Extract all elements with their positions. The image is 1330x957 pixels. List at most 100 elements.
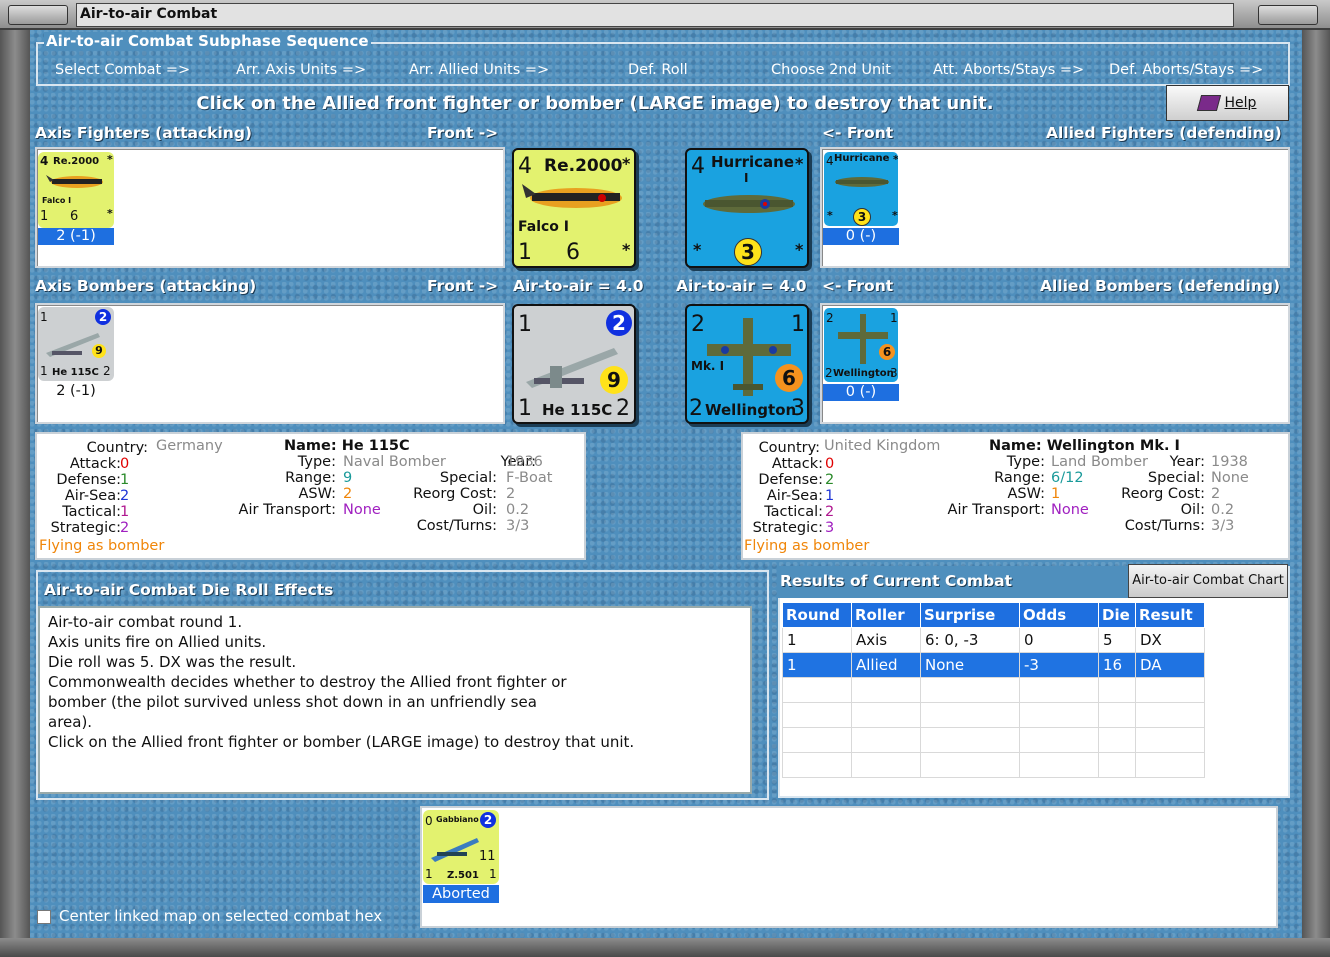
tactical-label: Tactical: bbox=[764, 504, 823, 520]
range-circle: 9 bbox=[92, 344, 106, 358]
combat-chart-button[interactable]: Air-to-air Combat Chart bbox=[1128, 564, 1288, 598]
wellington-large-counter[interactable]: 2 1 Mk. I 6 2 Wellington 3 bbox=[685, 304, 809, 424]
star-mark-left: * bbox=[827, 209, 833, 222]
star-mark-left: * bbox=[693, 240, 702, 259]
range-value: 6 bbox=[70, 209, 79, 224]
window-control-button[interactable] bbox=[1258, 5, 1318, 25]
die-roll-line: Air-to-air combat round 1. bbox=[48, 613, 243, 631]
results-header-row: Round Roller Surprise Odds Die Result bbox=[782, 602, 1205, 628]
die-roll-line: Axis units fire on Allied units. bbox=[48, 633, 267, 651]
defense-value: 1 bbox=[425, 867, 433, 881]
range-value: 11 bbox=[479, 849, 496, 864]
transport-value: None bbox=[1051, 502, 1089, 518]
center-map-label[interactable]: Center linked map on selected combat hex bbox=[59, 907, 382, 925]
empty-row bbox=[782, 727, 1205, 753]
cell-odds: -3 bbox=[1019, 652, 1099, 678]
col-die[interactable]: Die bbox=[1098, 602, 1136, 628]
range-value: 9 bbox=[343, 470, 353, 486]
axis-unit-info: Country: Germany Attack: 0 Defense: 1 Ai… bbox=[35, 432, 586, 560]
help-button[interactable]: Help bbox=[1166, 85, 1289, 121]
strategic-value: 2 bbox=[103, 364, 111, 378]
col-odds[interactable]: Odds bbox=[1019, 602, 1099, 628]
air-strength: 4 bbox=[40, 154, 49, 168]
cell-round: 1 bbox=[782, 627, 852, 653]
country-label: Country: bbox=[758, 440, 820, 456]
hurricane-small-counter[interactable]: 4 Hurricane * * 3 * bbox=[823, 151, 899, 227]
cost-label: Cost/Turns: bbox=[1124, 518, 1205, 534]
col-surprise[interactable]: Surprise bbox=[920, 602, 1020, 628]
he115-small-counter[interactable]: 1 2 9 1 He 115C 2 bbox=[38, 307, 114, 381]
die-roll-line: Click on the Allied front fighter or bom… bbox=[48, 733, 635, 751]
country-value: United Kingdom bbox=[824, 438, 941, 454]
airsea-label: Air-Sea: bbox=[766, 488, 823, 504]
results-title: Results of Current Combat bbox=[780, 572, 1013, 590]
table-row[interactable]: 1 Axis 6: 0, -3 0 5 DX bbox=[782, 627, 1205, 653]
re2000-plane-icon bbox=[46, 175, 103, 188]
cell-roller: Axis bbox=[851, 627, 921, 653]
table-row-selected[interactable]: 1 Allied None -3 16 DA bbox=[782, 652, 1205, 678]
tactical-circle: 2 bbox=[95, 309, 111, 325]
allied-bombers-front: <- Front bbox=[822, 277, 894, 295]
col-roller[interactable]: Roller bbox=[851, 602, 921, 628]
asw-value: 1 bbox=[1051, 486, 1061, 502]
top-value: 1 bbox=[518, 312, 532, 337]
special-value: F-Boat bbox=[506, 470, 553, 486]
unit-subname: Falco I bbox=[42, 196, 72, 205]
empty-row bbox=[782, 752, 1205, 778]
type-label: Type: bbox=[1006, 454, 1045, 470]
he115-large-counter[interactable]: 1 2 9 1 He 115C 2 bbox=[512, 304, 636, 424]
col-round[interactable]: Round bbox=[782, 602, 852, 628]
transport-label: Air Transport: bbox=[947, 502, 1045, 518]
unit-name: He 115C bbox=[52, 367, 99, 378]
allied-unit-info: Country: United Kingdom Attack: 0 Defens… bbox=[741, 432, 1290, 560]
die-roll-line: Die roll was 5. DX was the result. bbox=[48, 653, 297, 671]
col-result[interactable]: Result bbox=[1135, 602, 1205, 628]
tactical-value: 1 bbox=[120, 504, 130, 520]
oil-label: Oil: bbox=[1180, 502, 1205, 518]
air-strength: 4 bbox=[826, 154, 834, 168]
axis-bombers-front: Front -> bbox=[427, 277, 499, 295]
special-label: Special: bbox=[439, 470, 497, 486]
hurricane-large-counter[interactable]: 4 Hurricane * I * 3 * bbox=[685, 148, 809, 268]
star-mark: * bbox=[622, 154, 631, 173]
unit-name: Hurricane bbox=[711, 153, 795, 171]
special-label: Special: bbox=[1147, 470, 1205, 486]
system-menu-button[interactable] bbox=[8, 5, 68, 25]
aborted-units-panel bbox=[420, 806, 1278, 928]
star-mark: * bbox=[795, 154, 804, 173]
sequence-step-arr-allied: Arr. Allied Units => bbox=[409, 62, 550, 78]
defense-value: 1 bbox=[40, 364, 48, 378]
center-map-checkbox[interactable] bbox=[37, 910, 51, 924]
sequence-step-select-combat: Select Combat => bbox=[55, 62, 191, 78]
cell-die: 16 bbox=[1098, 652, 1136, 678]
attack-value: 0 bbox=[120, 456, 130, 472]
allied-bombers-title: Allied Bombers (defending) bbox=[1040, 277, 1281, 295]
die-roll-text[interactable]: Air-to-air combat round 1. Axis units fi… bbox=[38, 606, 752, 794]
airsea-label: Air-Sea: bbox=[64, 488, 121, 504]
wellington-small-counter[interactable]: 2 1 6 2 Wellington 3 bbox=[823, 307, 899, 383]
gabbiano-counter[interactable]: 0 Gabbiano 2 11 1 Z.501 1 bbox=[423, 810, 499, 884]
star-mark: * bbox=[893, 153, 899, 166]
axis-bombers-title: Axis Bombers (attacking) bbox=[35, 277, 257, 295]
tactical-value: 1 bbox=[890, 311, 898, 325]
oil-label: Oil: bbox=[472, 502, 497, 518]
re2000-small-counter[interactable]: 4 Re.2000 * Falco I 1 6 * bbox=[38, 152, 114, 228]
tactical-value: 1 bbox=[791, 312, 805, 337]
cost-label: Cost/Turns: bbox=[416, 518, 497, 534]
airsea-value: 1 bbox=[825, 488, 835, 504]
type-value: Naval Bomber bbox=[343, 454, 446, 470]
cell-round: 1 bbox=[782, 652, 852, 678]
gabbiano-caption: Aborted bbox=[423, 885, 499, 903]
defense-value: 2 bbox=[689, 396, 703, 421]
allied-air-to-air-value: Air-to-air = 4.0 bbox=[676, 277, 807, 295]
empty-row bbox=[782, 677, 1205, 703]
results-panel: Round Roller Surprise Odds Die Result 1 … bbox=[778, 566, 1290, 798]
results-table: Round Roller Surprise Odds Die Result 1 … bbox=[782, 602, 1205, 778]
re2000-large-counter[interactable]: 4 Re.2000 * Falco I 1 6 * bbox=[512, 148, 636, 268]
tactical-circle: 2 bbox=[606, 310, 632, 336]
reorg-value: 2 bbox=[1211, 486, 1221, 502]
cell-result: DA bbox=[1135, 652, 1205, 678]
country-label: Country: bbox=[86, 440, 148, 456]
tactical-value: 2 bbox=[825, 504, 835, 520]
sequence-step-def-aborts: Def. Aborts/Stays => bbox=[1109, 62, 1264, 78]
